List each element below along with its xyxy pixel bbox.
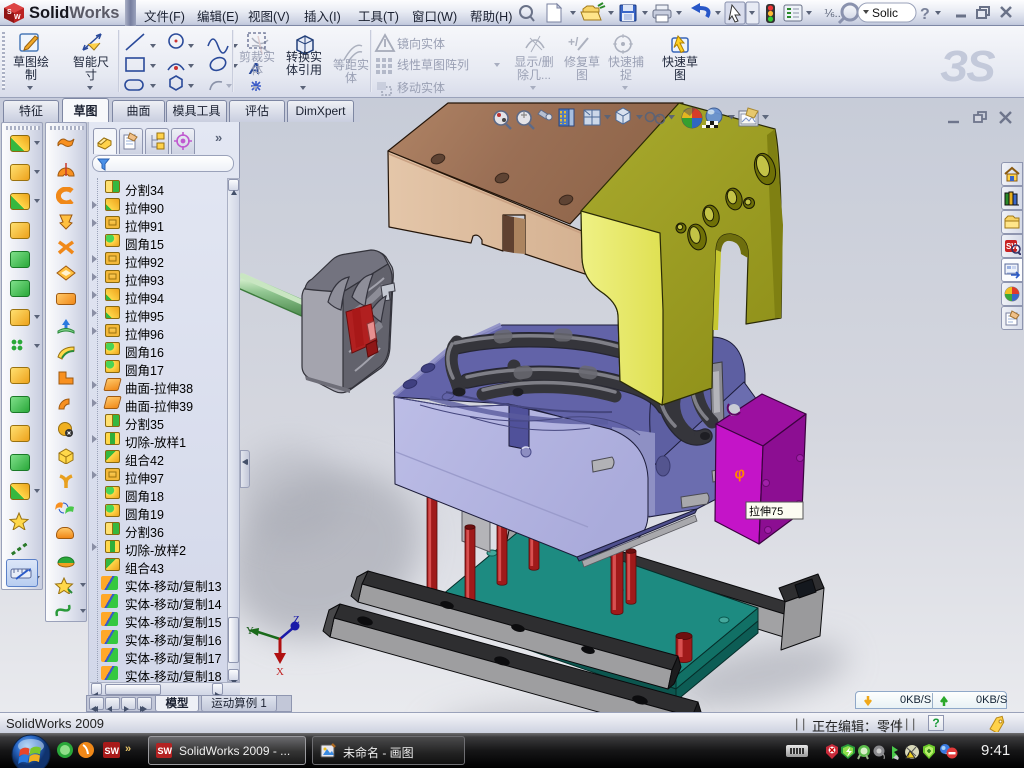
svg-text:SW: SW — [158, 746, 173, 756]
svg-text:SW: SW — [105, 746, 120, 756]
svg-text:W: W — [14, 14, 21, 21]
svg-text:⅙..: ⅙.. — [824, 8, 841, 20]
svg-text:Solic: Solic — [872, 6, 898, 20]
svg-text:S: S — [7, 9, 12, 16]
svg-text:+/: +/ — [568, 35, 579, 49]
svg-text:»: » — [125, 743, 131, 755]
svg-text:?: ? — [920, 6, 930, 23]
